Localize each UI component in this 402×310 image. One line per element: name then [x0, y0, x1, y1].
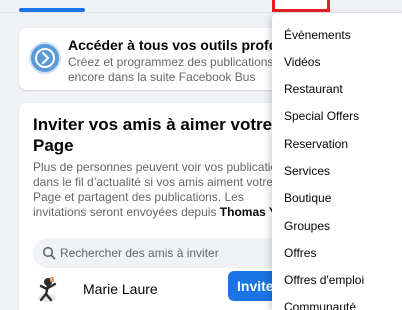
- menu-item-special-offers[interactable]: Special Offers: [284, 109, 359, 123]
- meta-business-suite-icon: [29, 42, 61, 74]
- highlight-box: [272, 0, 330, 12]
- friend-search-field[interactable]: Rechercher des amis à inviter: [33, 238, 303, 268]
- promo-title: Accéder à tous vos outils professi: [68, 37, 296, 53]
- menu-item-evenements[interactable]: Évènements: [284, 28, 351, 42]
- menu-item-boutique[interactable]: Boutique: [284, 191, 331, 205]
- menu-item-communaute[interactable]: Communauté: [284, 300, 356, 310]
- category-dropdown-menu: Évènements Vidéos Restaurant Special Off…: [272, 13, 402, 310]
- invite-friends-card: Inviter vos amis à aimer votre Page Plus…: [19, 103, 309, 310]
- search-icon: [42, 246, 56, 260]
- inviter-name: Thomas Y: [219, 205, 277, 219]
- menu-item-offres[interactable]: Offres: [284, 246, 316, 260]
- menu-item-restaurant[interactable]: Restaurant: [284, 82, 343, 96]
- friend-name: Marie Laure: [83, 281, 158, 297]
- menu-item-offres-d-emploi[interactable]: Offres d'emploi: [284, 273, 364, 287]
- menu-item-services[interactable]: Services: [284, 164, 330, 178]
- menu-item-reservation[interactable]: Reservation: [284, 137, 348, 151]
- invite-title: Inviter vos amis à aimer votre Page: [33, 115, 273, 155]
- friend-search-input[interactable]: Rechercher des amis à inviter: [60, 246, 219, 260]
- menu-item-videos[interactable]: Vidéos: [284, 55, 320, 69]
- invite-description: Plus de personnes peuvent voir vos publi…: [33, 160, 293, 220]
- business-suite-promo-card[interactable]: Accéder à tous vos outils professi Créez…: [19, 28, 309, 90]
- menu-item-groupes[interactable]: Groupes: [284, 219, 330, 233]
- avatar: [33, 274, 63, 304]
